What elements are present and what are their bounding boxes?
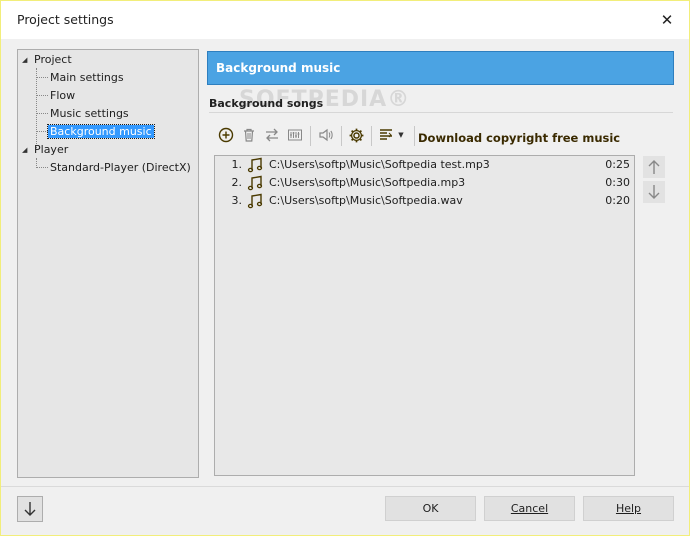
toolbar-separator (341, 126, 342, 146)
song-duration: 0:20 (605, 194, 630, 207)
equalizer-button[interactable] (284, 123, 306, 147)
tree-node-player[interactable]: ◢ Player (22, 142, 68, 158)
toolbar-separator (310, 126, 311, 146)
tree-item-main-settings[interactable]: Main settings (50, 70, 124, 86)
collapse-triangle-icon[interactable]: ◢ (22, 142, 27, 158)
list-options-dropdown[interactable]: ▼ (375, 123, 407, 147)
tree-item-standard-player[interactable]: Standard-Player (DirectX) (50, 160, 191, 176)
tree-node-player-label: Player (34, 143, 69, 156)
tree-node-project-label: Project (34, 53, 72, 66)
songs-toolbar: ▼ Download copyright free music (215, 123, 675, 149)
section-header: Background music (207, 51, 674, 85)
tree-item-label: Background music (47, 124, 155, 139)
ok-button[interactable]: OK (385, 496, 476, 521)
swap-button[interactable] (261, 123, 283, 147)
list-options-icon (380, 129, 393, 140)
tree-item-label: Main settings (50, 71, 124, 84)
song-row[interactable]: 2. C:\Users\softp\Music\Softpedia.mp3 0:… (215, 174, 634, 192)
add-icon (218, 127, 234, 143)
tree-connector (36, 167, 48, 168)
tree-item-music-settings[interactable]: Music settings (50, 106, 129, 122)
settings-gear-icon (349, 128, 363, 142)
song-duration: 0:30 (605, 176, 630, 189)
project-settings-dialog: Project settings ✕ ◢ Project Main settin… (0, 0, 690, 536)
move-down-button[interactable] (643, 181, 665, 203)
window-title: Project settings (17, 12, 114, 27)
download-free-music-link[interactable]: Download copyright free music (418, 131, 620, 145)
tree-item-background-music[interactable]: Background music (47, 124, 155, 140)
divider (209, 112, 673, 113)
tree-connector (36, 113, 48, 114)
equalizer-icon (288, 129, 302, 141)
settings-tree[interactable]: ◢ Project Main settings Flow Music setti… (17, 49, 199, 478)
volume-button[interactable] (315, 123, 337, 147)
tree-connector (36, 77, 48, 78)
cancel-button[interactable]: Cancel (484, 496, 575, 521)
delete-song-button[interactable] (238, 123, 260, 147)
song-path: C:\Users\softp\Music\Softpedia.mp3 (269, 176, 466, 189)
tree-node-project[interactable]: ◢ Project (22, 52, 72, 68)
collapse-triangle-icon[interactable]: ◢ (22, 52, 27, 68)
close-button[interactable]: ✕ (657, 10, 677, 30)
tree-connector (36, 68, 37, 150)
title-bar[interactable]: Project settings ✕ (1, 1, 689, 39)
tree-connector (36, 158, 37, 166)
delete-icon (244, 128, 254, 142)
music-note-icon (247, 175, 263, 191)
swap-icon (266, 128, 278, 142)
song-number: 1. (231, 158, 243, 171)
dialog-client-area: ◢ Project Main settings Flow Music setti… (1, 39, 689, 535)
song-path: C:\Users\softp\Music\Softpedia test.mp3 (269, 158, 490, 171)
arrow-down-icon (24, 502, 36, 516)
footer-divider (1, 486, 689, 487)
music-note-icon (247, 193, 263, 209)
tree-item-flow[interactable]: Flow (50, 88, 75, 104)
song-row[interactable]: 3. C:\Users\softp\Music\Softpedia.wav 0:… (215, 192, 634, 210)
song-duration: 0:25 (605, 158, 630, 171)
arrow-up-icon (648, 160, 660, 174)
settings-button[interactable] (345, 123, 367, 147)
volume-icon (319, 128, 333, 142)
song-list[interactable]: 1. C:\Users\softp\Music\Softpedia test.m… (214, 155, 635, 476)
background-songs-heading: Background songs (209, 97, 324, 110)
tree-item-label: Music settings (50, 107, 129, 120)
toolbar-separator (414, 126, 415, 146)
song-path: C:\Users\softp\Music\Softpedia.wav (269, 194, 463, 207)
cancel-button-label: Cancel (510, 502, 549, 515)
dropdown-arrow-icon: ▼ (398, 131, 404, 139)
tree-connector (36, 95, 48, 96)
add-song-button[interactable] (215, 123, 237, 147)
arrow-down-icon (648, 185, 660, 199)
music-note-icon (247, 157, 263, 173)
song-number: 2. (231, 176, 243, 189)
tree-item-label: Standard-Player (DirectX) (50, 161, 191, 174)
song-number: 3. (231, 194, 243, 207)
toolbar-separator (371, 126, 372, 146)
export-down-button[interactable] (17, 496, 43, 522)
tree-item-label: Flow (50, 89, 76, 102)
song-row[interactable]: 1. C:\Users\softp\Music\Softpedia test.m… (215, 156, 634, 174)
help-button[interactable]: Help (583, 496, 674, 521)
tree-connector (36, 131, 48, 132)
move-up-button[interactable] (643, 156, 665, 178)
help-button-label: Help (615, 502, 642, 515)
